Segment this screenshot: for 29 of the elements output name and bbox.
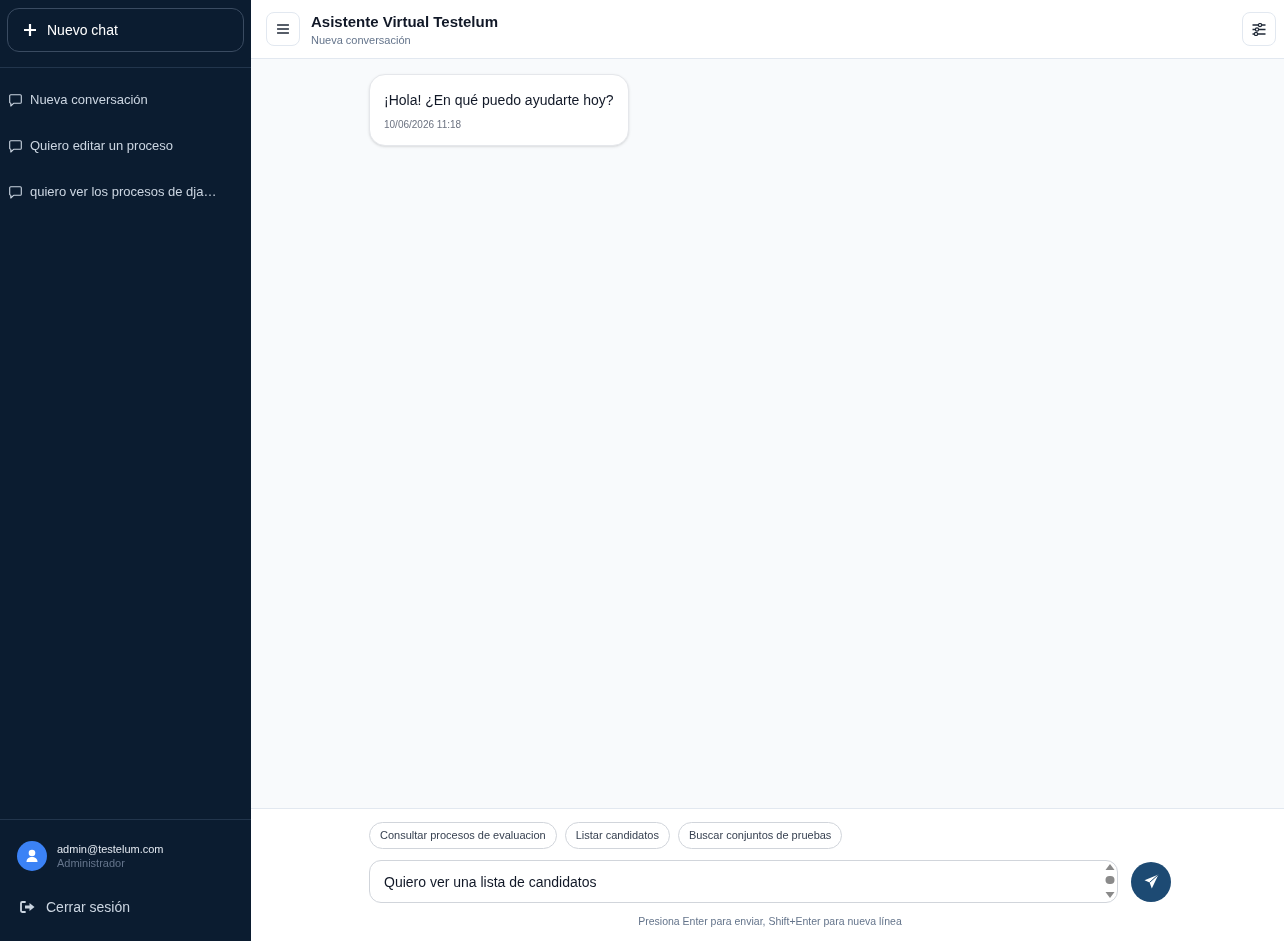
logout-icon — [20, 901, 35, 913]
chat-bubble-icon — [9, 139, 22, 153]
app-title: Asistente Virtual Testelum — [311, 11, 498, 32]
message-text: ¡Hola! ¿En qué puedo ayudarte hoy? — [384, 91, 614, 110]
conversation-subtitle: Nueva conversación — [311, 32, 412, 47]
menu-button[interactable] — [266, 12, 300, 46]
user-avatar-icon — [17, 841, 47, 871]
scrollbar-icon[interactable] — [1104, 863, 1116, 899]
send-button[interactable] — [1131, 861, 1171, 902]
keyboard-hint: Presiona Enter para enviar, Shift+Enter para nueva línea — [638, 914, 902, 928]
chat-bubble-icon — [9, 93, 22, 107]
message-time: 10/06/2026 11:18 — [384, 118, 463, 132]
suggestion-chip[interactable]: Listar candidatos — [564, 822, 670, 849]
suggestion-chip[interactable]: Consultar procesos de evaluacion — [369, 822, 557, 849]
settings-button[interactable] — [1242, 12, 1276, 46]
message-field[interactable]: Quiero ver una lista de candidatos — [369, 860, 1118, 903]
user-email: admin@testelum.com — [57, 842, 164, 856]
plus-icon — [24, 24, 36, 36]
user-role: Administrador — [57, 856, 126, 870]
conversation-item[interactable]: Quiero editar un proceso — [4, 123, 247, 169]
conversation-item[interactable]: Nueva conversación — [4, 77, 247, 123]
sliders-icon — [1252, 22, 1266, 36]
logout-button[interactable]: Cerrar sesión — [17, 887, 137, 927]
chat-bubble-icon — [9, 185, 22, 199]
suggestion-chip[interactable]: Buscar conjuntos de pruebas — [677, 822, 843, 849]
send-icon — [1143, 874, 1159, 889]
new-chat-button[interactable]: Nuevo chat — [7, 8, 244, 52]
conversation-item[interactable]: quiero ver los procesos de dja… — [4, 169, 247, 215]
menu-icon — [277, 24, 289, 34]
